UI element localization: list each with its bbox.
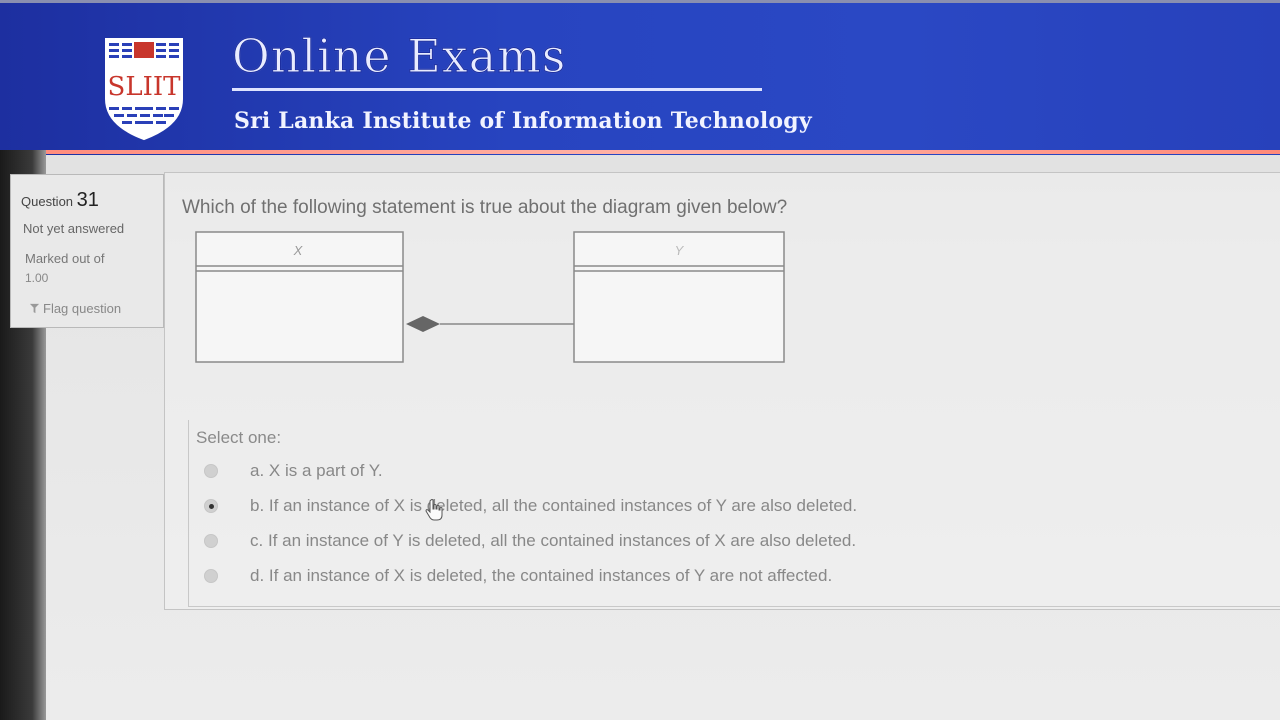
marked-out-of-label: Marked out of: [25, 251, 105, 266]
flag-icon: [29, 303, 40, 314]
class-y-box: Y: [573, 231, 785, 363]
title-divider: [232, 88, 762, 91]
site-header: SLIIT Online Exams Sri Lanka Institute o…: [0, 0, 1280, 155]
option-a[interactable]: a. X is a part of Y.: [204, 461, 383, 481]
option-c[interactable]: c. If an instance of Y is deleted, all t…: [204, 531, 856, 551]
question-text: Which of the following statement is true…: [182, 197, 788, 218]
class-x-label: X: [293, 243, 304, 258]
institute-name: Sri Lanka Institute of Information Techn…: [234, 108, 812, 134]
radio-option-a[interactable]: [204, 464, 218, 478]
flag-question-link[interactable]: Flag question: [29, 301, 121, 316]
question-status: Not yet answered: [23, 221, 125, 236]
option-c-label: c. If an instance of Y is deleted, all t…: [250, 531, 857, 550]
option-a-label: a. X is a part of Y.: [250, 461, 383, 480]
radio-option-c[interactable]: [204, 534, 218, 548]
composition-diamond-icon: [406, 316, 440, 332]
question-number-label: Question 31: [21, 189, 99, 211]
select-one-label: Select one:: [196, 428, 282, 447]
question-number: 31: [76, 189, 99, 211]
question-info-panel: Question 31 Not yet answered Marked out …: [10, 174, 164, 328]
option-d-label: d. If an instance of X is deleted, the c…: [250, 566, 833, 585]
radio-option-d[interactable]: [204, 569, 218, 583]
class-x-box: X: [195, 231, 404, 363]
option-b-label: b. If an instance of X is deleted, all t…: [250, 496, 858, 515]
option-b[interactable]: b. If an instance of X is deleted, all t…: [204, 496, 857, 516]
site-title: Online Exams: [231, 29, 567, 84]
flag-question-label: Flag question: [43, 301, 122, 316]
hand-cursor-icon: [425, 499, 443, 521]
radio-option-b[interactable]: [204, 499, 218, 513]
sliit-logo[interactable]: SLIIT: [104, 37, 184, 141]
option-d[interactable]: d. If an instance of X is deleted, the c…: [204, 566, 832, 586]
class-y-label: Y: [675, 243, 685, 258]
uml-diagram: X Y: [195, 231, 785, 363]
logo-text: SLIIT: [108, 72, 182, 102]
screen: SLIIT Online Exams Sri Lanka Institute o…: [0, 0, 1280, 720]
header-divider: [0, 150, 1280, 154]
marked-out-of-value: 1.00: [25, 271, 49, 285]
